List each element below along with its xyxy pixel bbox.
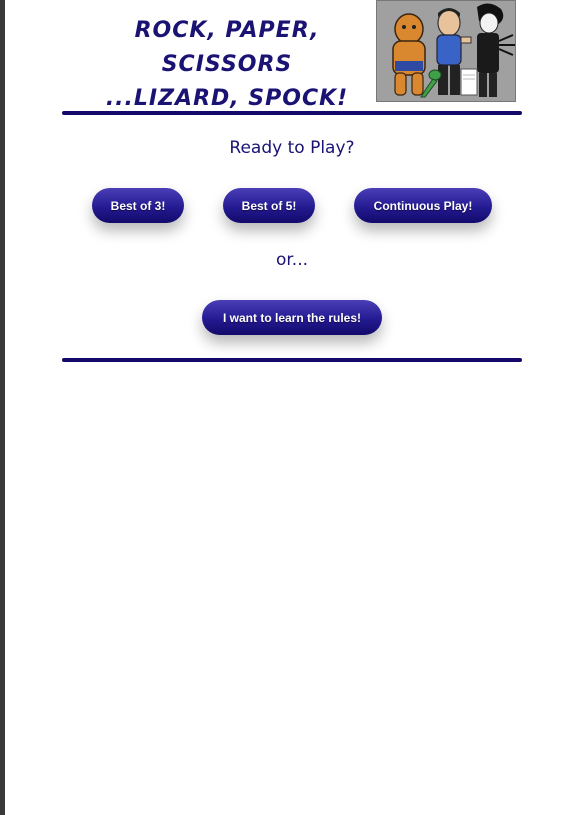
ready-prompt: Ready to Play? [229, 138, 355, 158]
top-divider [62, 111, 522, 115]
header: ROCK, PAPER, SCISSORS ...LIZARD, SPOCK! [62, 0, 522, 112]
best-of-3-button[interactable]: Best of 3! [92, 188, 184, 223]
characters-illustration [377, 1, 515, 101]
continuous-play-button[interactable]: Continuous Play! [354, 188, 492, 223]
window-edge [0, 0, 5, 815]
best-of-5-button[interactable]: Best of 5! [223, 188, 315, 223]
title-line-1: ROCK, PAPER, SCISSORS [134, 18, 320, 77]
paper-character-icon [460, 68, 478, 96]
page-title: ROCK, PAPER, SCISSORS ...LIZARD, SPOCK! [82, 14, 372, 116]
bottom-divider [62, 358, 522, 362]
or-separator: or... [275, 250, 309, 270]
learn-rules-button[interactable]: I want to learn the rules! [202, 300, 382, 335]
hero-illustration [376, 0, 516, 102]
